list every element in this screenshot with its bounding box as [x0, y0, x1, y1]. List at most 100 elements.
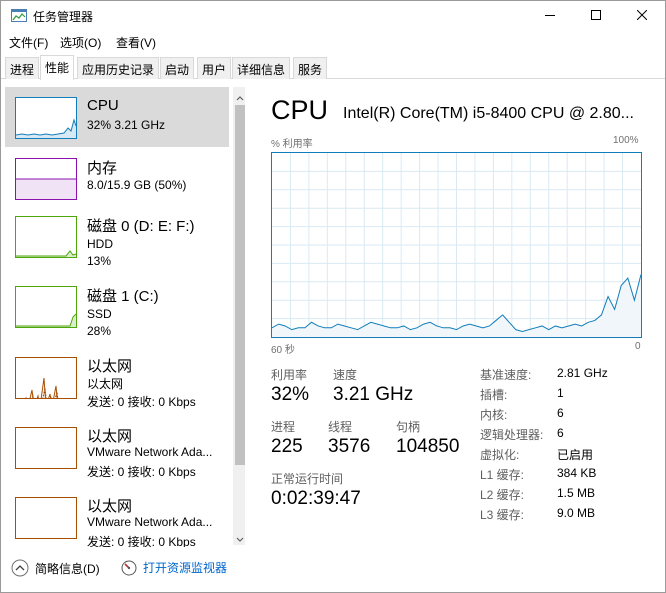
graph-x-end-label: 0: [635, 341, 641, 352]
spec-value: 9.0 MB: [557, 506, 596, 520]
sidebar-item-value: 发送: 0 接收: 0 Kbps: [87, 395, 196, 409]
task-manager-window: 任务管理器 文件(F) 选项(O) 查看(V) 进程 性能 应用历史记录 启动 …: [0, 0, 666, 593]
sidebar-item-cpu[interactable]: CPU 32% 3.21 GHz: [5, 87, 229, 147]
spec-label: 插槽:: [480, 388, 508, 402]
graph-y-max-label: 100%: [613, 135, 639, 146]
spec-label: 基准速度:: [480, 368, 532, 382]
sidebar-item-title: 内存: [87, 160, 118, 177]
close-icon: [636, 9, 648, 23]
spec-label: 逻辑处理器:: [480, 428, 544, 442]
chevron-up-icon: [11, 559, 29, 577]
utilization-value: 32%: [271, 384, 310, 405]
processes-label: 进程: [271, 420, 296, 434]
spec-value: 已启用: [557, 448, 594, 462]
sidebar-item-ethernet-3[interactable]: 以太网 VMware Network Ada... 发送: 0 接收: 0 Kb…: [5, 491, 229, 547]
threads-label: 线程: [328, 420, 353, 434]
speed-label: 速度: [333, 368, 358, 382]
spec-value: 1: [557, 386, 564, 400]
spec-value: 384 KB: [557, 466, 597, 480]
resource-list: CPU 32% 3.21 GHz 内存 8.0/15.9 GB (50%) 磁盘…: [5, 85, 245, 547]
spec-value: 6: [557, 426, 564, 440]
tab-app-history[interactable]: 应用历史记录: [77, 57, 160, 79]
fewer-details-button[interactable]: 简略信息(D): [11, 559, 100, 577]
sidebar-item-subtitle: 32% 3.21 GHz: [87, 118, 166, 132]
spec-label: L2 缓存:: [480, 488, 525, 502]
spec-label: L3 缓存:: [480, 508, 525, 522]
sidebar-item-title: CPU: [87, 97, 119, 114]
sidebar-item-title: 以太网: [87, 498, 133, 515]
sidebar-item-value: 发送: 0 接收: 0 Kbps: [87, 535, 196, 547]
sidebar-item-subtitle: SSD: [87, 307, 112, 321]
graph-y-label: % 利用率: [271, 139, 313, 150]
tab-startup[interactable]: 启动: [160, 57, 195, 79]
sidebar-item-subtitle: VMware Network Ada...: [87, 445, 213, 459]
menu-options[interactable]: 选项(O): [60, 34, 101, 51]
sidebar-item-subtitle: 以太网: [87, 377, 124, 391]
sidebar-item-value: 13%: [87, 254, 112, 268]
uptime-value: 0:02:39:47: [271, 488, 361, 509]
window-title: 任务管理器: [33, 10, 94, 24]
threads-value: 3576: [328, 436, 371, 457]
uptime-label: 正常运行时间: [271, 472, 344, 486]
spec-value: 6: [557, 406, 564, 420]
utilization-label: 利用率: [271, 368, 308, 382]
spec-label: 虚拟化:: [480, 448, 520, 462]
tab-users[interactable]: 用户: [197, 57, 232, 79]
scroll-up-icon[interactable]: [236, 91, 244, 101]
disk-1-thumbnail-graph: [15, 286, 77, 328]
sidebar-item-disk-0[interactable]: 磁盘 0 (D: E: F:) HDD 13%: [5, 211, 229, 279]
tab-performance[interactable]: 性能: [40, 55, 75, 80]
task-manager-icon: [11, 9, 27, 23]
disk-0-thumbnail-graph: [15, 216, 77, 258]
maximize-icon: [591, 9, 601, 23]
sidebar-scrollbar[interactable]: [233, 87, 245, 545]
sidebar-item-subtitle: HDD: [87, 237, 113, 251]
menu-file[interactable]: 文件(F): [9, 34, 48, 51]
scrollbar-thumb[interactable]: [235, 105, 245, 465]
tab-bar: 进程 性能 应用历史记录 启动 用户 详细信息 服务: [1, 55, 665, 80]
tab-services[interactable]: 服务: [293, 57, 328, 79]
sidebar-item-value: 发送: 0 接收: 0 Kbps: [87, 465, 196, 479]
close-button[interactable]: [619, 1, 665, 31]
minimize-button[interactable]: [527, 1, 573, 31]
sidebar-item-ethernet-2[interactable]: 以太网 VMware Network Ada... 发送: 0 接收: 0 Kb…: [5, 421, 229, 489]
ethernet-1-thumbnail-graph: [15, 357, 77, 399]
sidebar-item-memory[interactable]: 内存 8.0/15.9 GB (50%): [5, 149, 229, 209]
open-resource-monitor-link[interactable]: 打开资源监视器: [121, 559, 227, 576]
sidebar-item-ethernet-1[interactable]: 以太网 以太网 发送: 0 接收: 0 Kbps: [5, 351, 229, 419]
processes-value: 225: [271, 436, 303, 457]
sidebar-item-subtitle: 8.0/15.9 GB (50%): [87, 178, 187, 192]
spec-value: 1.5 MB: [557, 486, 596, 500]
tab-processes[interactable]: 进程: [5, 57, 40, 79]
ethernet-2-thumbnail-graph: [15, 427, 77, 469]
menu-view[interactable]: 查看(V): [116, 34, 156, 51]
graph-x-start-label: 60 秒: [271, 345, 295, 356]
sidebar-item-subtitle: VMware Network Ada...: [87, 515, 213, 529]
footer-bar: 简略信息(D) 打开资源监视器: [1, 549, 665, 593]
sidebar-item-disk-1[interactable]: 磁盘 1 (C:) SSD 28%: [5, 281, 229, 349]
spec-label: 内核:: [480, 408, 508, 422]
resource-monitor-icon: [121, 560, 137, 576]
speed-value: 3.21 GHz: [333, 384, 414, 405]
memory-thumbnail-graph: [15, 158, 77, 200]
sidebar-item-value: 28%: [87, 324, 112, 338]
menu-bar: 文件(F) 选项(O) 查看(V): [1, 31, 665, 53]
handles-label: 句柄: [396, 420, 421, 434]
spec-value: 2.81 GHz: [557, 366, 608, 380]
minimize-icon: [545, 9, 555, 23]
maximize-button[interactable]: [573, 1, 619, 31]
fewer-details-label: 简略信息(D): [35, 561, 100, 576]
spec-label: L1 缓存:: [480, 468, 525, 482]
tab-details[interactable]: 详细信息: [232, 57, 291, 79]
ethernet-3-thumbnail-graph: [15, 497, 77, 539]
cpu-utilization-graph: [271, 152, 642, 338]
cpu-thumbnail-graph: [15, 97, 77, 139]
title-bar[interactable]: 任务管理器: [1, 1, 665, 31]
cpu-model-name: Intel(R) Core(TM) i5-8400 CPU @ 2.80...: [343, 105, 634, 122]
handles-value: 104850: [396, 436, 460, 457]
resource-monitor-label: 打开资源监视器: [143, 561, 228, 575]
cpu-graph-svg: [272, 153, 641, 337]
sidebar-item-title: 磁盘 0 (D: E: F:): [87, 218, 195, 235]
sidebar-item-title: 以太网: [87, 428, 133, 445]
scroll-down-icon[interactable]: [236, 533, 244, 542]
